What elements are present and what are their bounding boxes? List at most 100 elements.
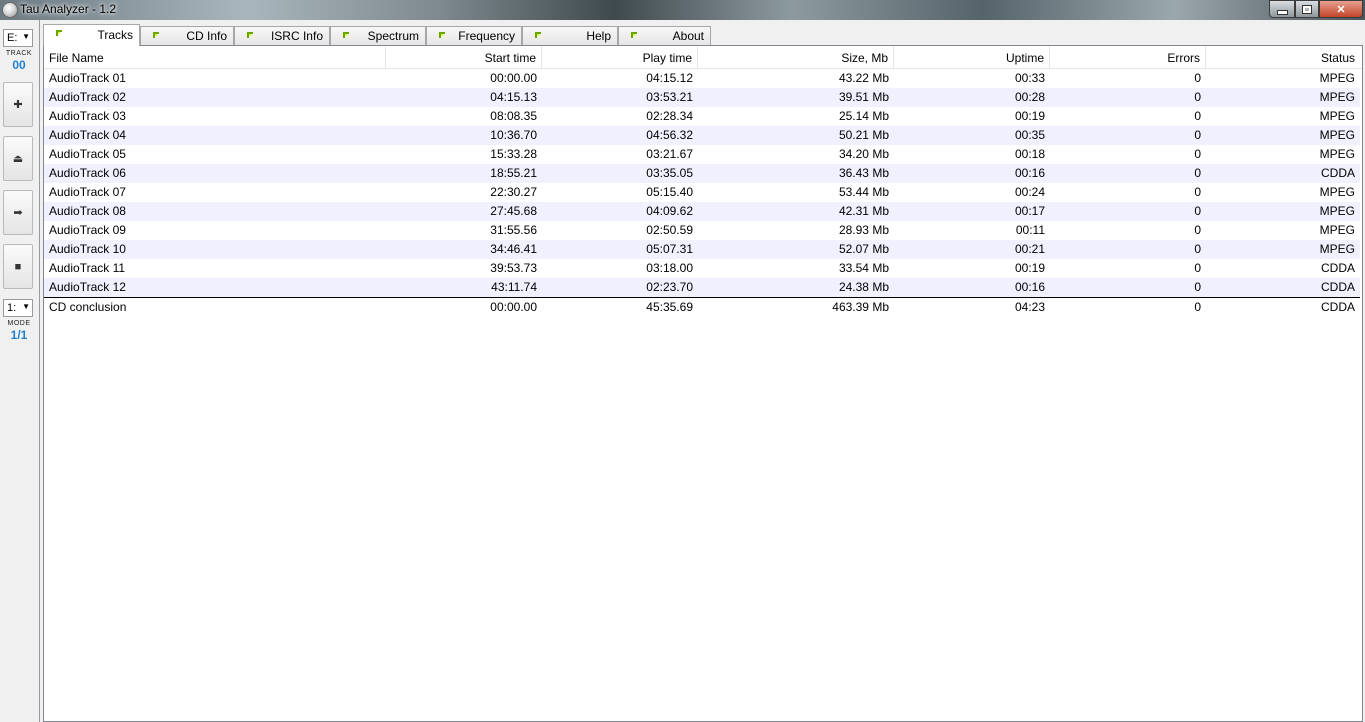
table-row[interactable]: AudioTrack 01 00:00.00 04:15.12 43.22 Mb 00:…	[44, 69, 1360, 88]
cell-start-time: 18:55.21	[490, 166, 537, 180]
mode-label: MODE	[7, 320, 31, 327]
cell-errors: 0	[1194, 185, 1201, 199]
table-row[interactable]: AudioTrack 05 15:33.28 03:21.67 34.20 Mb 00:…	[44, 145, 1360, 164]
plus-icon: ✚	[13, 99, 23, 111]
tab-label: Spectrum	[367, 29, 419, 43]
cell-uptime: 00:35	[1014, 128, 1045, 142]
column-header-status[interactable]: Status	[1206, 46, 1360, 68]
cell-status: MPEG	[1319, 185, 1355, 199]
play-button[interactable]: ➡	[3, 190, 33, 235]
chevron-down-icon: ▼	[22, 32, 30, 41]
cell-size: 50.21 Mb	[838, 128, 889, 142]
table-row[interactable]: AudioTrack 12 43:11.74 02:23.70 24.38 Mb 00:…	[44, 278, 1360, 297]
tab-tracks[interactable]: Tracks	[43, 24, 140, 46]
cell-play-time: 02:50.59	[646, 223, 693, 237]
column-header-play-time[interactable]: Play time	[542, 46, 698, 68]
table-row[interactable]: AudioTrack 09 31:55.56 02:50.59 28.93 Mb 00:…	[44, 221, 1360, 240]
cell-errors: 0	[1194, 223, 1201, 237]
mode-select-value: 1:	[7, 302, 17, 314]
cell-start-time: 22:30.27	[490, 185, 537, 199]
cell-size: 463.39 Mb	[832, 300, 889, 314]
cell-uptime: 00:33	[1014, 71, 1045, 85]
maximize-button[interactable]	[1295, 0, 1319, 18]
table-row[interactable]: AudioTrack 02 04:15.13 03:53.21 39.51 Mb 00:…	[44, 88, 1360, 107]
cell-start-time: 04:15.13	[490, 90, 537, 104]
cell-uptime: 00:19	[1014, 261, 1045, 275]
table-total-row[interactable]: CD conclusion 00:00.00 45:35.69 463.39 Mb 04…	[44, 297, 1360, 317]
cell-uptime: 00:16	[1014, 280, 1045, 294]
cell-status: MPEG	[1319, 147, 1355, 161]
cell-play-time: 05:07.31	[646, 242, 693, 256]
cell-start-time: 08:08.35	[490, 109, 537, 123]
cell-uptime: 00:28	[1014, 90, 1045, 104]
stop-button[interactable]: ■	[3, 244, 33, 289]
table-row[interactable]: AudioTrack 03 08:08.35 02:28.34 25.14 Mb 00:…	[44, 107, 1360, 126]
column-header-uptime[interactable]: Uptime	[894, 46, 1050, 68]
cell-errors: 0	[1194, 128, 1201, 142]
cell-play-time: 03:35.05	[646, 166, 693, 180]
drive-select[interactable]: E: ▼	[3, 29, 33, 47]
title-bar: Tau Analyzer - 1.2 ✕	[0, 0, 1365, 20]
left-toolbar: E: ▼ TRACK 00 ✚ ⏏ ➡ ■ 1: ▼ MODE 1/1	[0, 20, 40, 722]
table-row[interactable]: AudioTrack 07 22:30.27 05:15.40 53.44 Mb 00:…	[44, 183, 1360, 202]
column-header-errors[interactable]: Errors	[1050, 46, 1206, 68]
cell-status: CDDA	[1320, 166, 1355, 180]
cell-uptime: 04:23	[1014, 300, 1045, 314]
cell-start-time: 00:00.00	[490, 71, 537, 85]
table-row[interactable]: AudioTrack 11 39:53.73 03:18.00 33.54 Mb 00:…	[44, 259, 1360, 278]
minimize-button[interactable]	[1269, 0, 1295, 18]
cell-play-time: 04:56.32	[646, 128, 693, 142]
mode-select[interactable]: 1: ▼	[3, 299, 33, 317]
cell-size: 42.31 Mb	[838, 204, 889, 218]
column-header-file-name[interactable]: File Name	[44, 46, 386, 68]
column-header-start-time[interactable]: Start time	[386, 46, 542, 68]
cell-status: CDDA	[1320, 261, 1355, 275]
cell-file-name: AudioTrack 03	[49, 109, 126, 123]
cell-play-time: 02:28.34	[646, 109, 693, 123]
cell-size: 43.22 Mb	[838, 71, 889, 85]
table-row[interactable]: AudioTrack 06 18:55.21 03:35.05 36.43 Mb 00:…	[44, 164, 1360, 183]
cell-file-name: AudioTrack 02	[49, 90, 126, 104]
cell-file-name: AudioTrack 04	[49, 128, 126, 142]
cell-errors: 0	[1194, 71, 1201, 85]
column-header-size[interactable]: Size, Mb	[698, 46, 894, 68]
cell-uptime: 00:18	[1014, 147, 1045, 161]
cell-status: CDDA	[1320, 300, 1355, 314]
tab-spectrum[interactable]: Spectrum	[330, 26, 426, 45]
table-row[interactable]: AudioTrack 08 27:45.68 04:09.62 42.31 Mb 00:…	[44, 202, 1360, 221]
cell-file-name: AudioTrack 11	[49, 261, 126, 275]
cell-file-name: AudioTrack 08	[49, 204, 126, 218]
tab-label: ISRC Info	[270, 29, 323, 43]
cell-size: 36.43 Mb	[838, 166, 889, 180]
tab-help[interactable]: Help	[522, 26, 618, 45]
close-button[interactable]: ✕	[1319, 0, 1363, 18]
tab-isrc-info[interactable]: ISRC Info	[234, 26, 330, 45]
main-panel: Tracks CD Info ISRC Info Spectrum Freque…	[40, 20, 1365, 722]
cell-play-time: 03:53.21	[646, 90, 693, 104]
app-icon[interactable]	[2, 2, 18, 18]
table-row[interactable]: AudioTrack 04 10:36.70 04:56.32 50.21 Mb 00:…	[44, 126, 1360, 145]
cell-uptime: 00:24	[1014, 185, 1045, 199]
cell-file-name: AudioTrack 09	[49, 223, 126, 237]
cell-file-name: AudioTrack 06	[49, 166, 126, 180]
cell-errors: 0	[1194, 90, 1201, 104]
eject-button[interactable]: ⏏	[3, 136, 33, 181]
add-button[interactable]: ✚	[3, 82, 33, 127]
tab-bar: Tracks CD Info ISRC Info Spectrum Freque…	[40, 24, 1365, 46]
tab-about[interactable]: About	[618, 26, 711, 45]
tab-frequency[interactable]: Frequency	[426, 26, 522, 45]
cell-errors: 0	[1194, 166, 1201, 180]
cell-play-time: 03:21.67	[646, 147, 693, 161]
cell-errors: 0	[1194, 109, 1201, 123]
table-row[interactable]: AudioTrack 10 34:46.41 05:07.31 52.07 Mb 00:…	[44, 240, 1360, 259]
tab-cd-info[interactable]: CD Info	[140, 26, 234, 45]
cell-status: MPEG	[1319, 128, 1355, 142]
tracks-table: File Name Start time Play time Size, Mb …	[43, 45, 1363, 722]
cell-file-name: AudioTrack 07	[49, 185, 126, 199]
cell-uptime: 00:16	[1014, 166, 1045, 180]
cell-size: 33.54 Mb	[838, 261, 889, 275]
cell-errors: 0	[1194, 300, 1201, 314]
cell-status: MPEG	[1319, 204, 1355, 218]
cell-start-time: 10:36.70	[490, 128, 537, 142]
cell-play-time: 05:15.40	[646, 185, 693, 199]
